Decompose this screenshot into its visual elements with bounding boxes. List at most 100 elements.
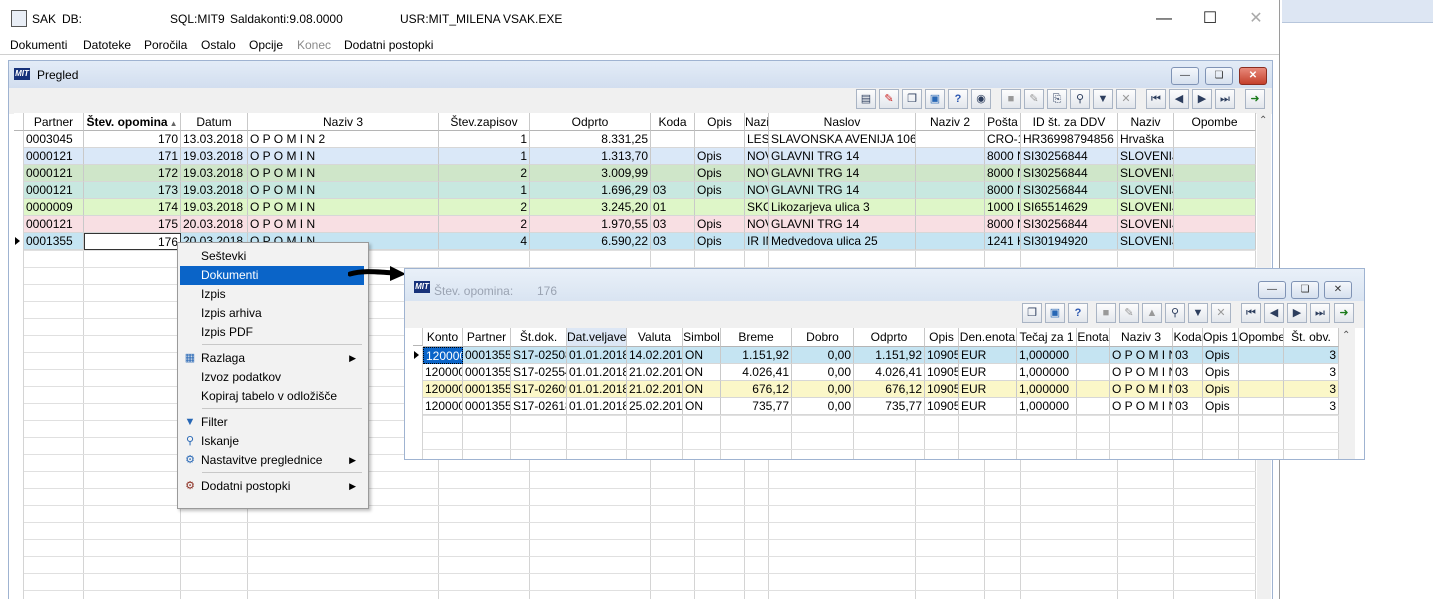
delete-record-icon[interactable]: ▲: [1142, 303, 1162, 323]
menu-dokumenti[interactable]: Dokumenti: [10, 38, 67, 52]
pregled-restore-button[interactable]: ❏: [1205, 67, 1233, 85]
context-menu-item[interactable]: ▼ Filter: [180, 413, 364, 432]
column-header[interactable]: Opis 1: [1203, 328, 1239, 347]
column-header[interactable]: Partner: [24, 113, 84, 131]
context-menu-item[interactable]: ⚙ Nastavitve preglednice ▶: [180, 451, 364, 470]
search-icon[interactable]: ⚲: [1165, 303, 1185, 323]
menu-datoteke[interactable]: Datoteke: [83, 38, 131, 52]
grid-line: [423, 415, 1339, 416]
column-header[interactable]: Št.dok.: [511, 328, 567, 347]
scroll-up-icon[interactable]: ⌃: [1259, 115, 1267, 126]
context-menu-item[interactable]: Izvoz podatkov: [180, 368, 364, 387]
pregled-minimize-button[interactable]: —: [1171, 67, 1199, 85]
new-record-icon[interactable]: ■: [1001, 89, 1021, 109]
column-header[interactable]: Koda: [1173, 328, 1203, 347]
column-header[interactable]: Opombe: [1174, 113, 1256, 131]
context-menu-item[interactable]: ⚙ Dodatni postopki ▶: [180, 477, 364, 496]
clear-filter-icon[interactable]: ✕: [1211, 303, 1231, 323]
copy-icon[interactable]: ❐: [902, 89, 922, 109]
context-menu-item[interactable]: Izpis: [180, 285, 364, 304]
close-button[interactable]: ✕: [1233, 6, 1279, 32]
column-header[interactable]: Opis: [925, 328, 959, 347]
menu-konec[interactable]: Konec: [297, 38, 331, 52]
stev-vscroll[interactable]: ⌃: [1339, 328, 1355, 459]
column-header[interactable]: Partner: [463, 328, 511, 347]
clear-filter-icon[interactable]: ✕: [1116, 89, 1136, 109]
column-header[interactable]: ID št. za DDV: [1021, 113, 1118, 131]
help-icon[interactable]: ?: [1068, 303, 1088, 323]
context-menu-item[interactable]: Seštevki: [180, 247, 364, 266]
exit-icon[interactable]: ➜: [1334, 303, 1354, 323]
stev-close-button[interactable]: ✕: [1324, 281, 1352, 299]
column-header[interactable]: Den.enota: [959, 328, 1017, 347]
column-header[interactable]: Konto: [423, 328, 463, 347]
edit-record-icon[interactable]: ✎: [1119, 303, 1139, 323]
column-header[interactable]: Naziv: [1118, 113, 1174, 131]
stev-grid: Konto Partner Št.dok. Dat.veljave Valuta Simb…: [413, 328, 1339, 459]
context-menu-item[interactable]: Kopiraj tabelo v odložišče: [180, 387, 364, 406]
column-header[interactable]: Naziv 3: [248, 113, 439, 131]
first-record-icon[interactable]: ⏮: [1241, 303, 1261, 323]
filter-icon[interactable]: ▼: [1188, 303, 1208, 323]
column-header[interactable]: Odprto: [530, 113, 651, 131]
column-header[interactable]: Dobro: [792, 328, 854, 347]
new-record-icon[interactable]: ■: [1096, 303, 1116, 323]
maximize-button[interactable]: ☐: [1187, 6, 1233, 32]
context-menu-item[interactable]: ▦ Razlaga ▶: [180, 349, 364, 368]
context-menu-item[interactable]: Izpis PDF: [180, 323, 364, 342]
next-record-icon[interactable]: ▶: [1192, 89, 1212, 109]
monitor-icon[interactable]: ▣: [925, 89, 945, 109]
menu-porocila[interactable]: Poročila: [144, 38, 187, 52]
column-header[interactable]: Dat.veljave: [567, 328, 627, 347]
last-record-icon[interactable]: ⏭: [1215, 89, 1235, 109]
menu-dodatni-postopki[interactable]: Dodatni postopki: [344, 38, 433, 52]
column-header[interactable]: Datum: [181, 113, 248, 131]
column-header[interactable]: Pošta: [985, 113, 1021, 131]
column-header[interactable]: Naziv 3: [1110, 328, 1173, 347]
copy-icon[interactable]: ❐: [1022, 303, 1042, 323]
context-menu-item[interactable]: Izpis arhiva: [180, 304, 364, 323]
print-icon[interactable]: ⎘: [1047, 89, 1067, 109]
pdf-icon[interactable]: ✎: [879, 89, 899, 109]
exit-icon[interactable]: ➜: [1245, 89, 1265, 109]
column-header[interactable]: Štev.zapisov: [439, 113, 530, 131]
current-row-indicator: [414, 351, 419, 359]
minimize-button[interactable]: —: [1141, 6, 1187, 32]
column-header[interactable]: Štev. opomina ▲: [84, 113, 181, 131]
camera-icon[interactable]: ◉: [971, 89, 991, 109]
stev-restore-button[interactable]: ❏: [1291, 281, 1319, 299]
column-header[interactable]: Opis: [695, 113, 745, 131]
prev-record-icon[interactable]: ◀: [1264, 303, 1284, 323]
scroll-up-icon[interactable]: ⌃: [1342, 330, 1350, 341]
column-header[interactable]: Simbol: [683, 328, 721, 347]
menu-ostalo[interactable]: Ostalo: [201, 38, 236, 52]
first-record-icon[interactable]: ⏮: [1146, 89, 1166, 109]
help-icon[interactable]: ?: [948, 89, 968, 109]
prev-record-icon[interactable]: ◀: [1169, 89, 1189, 109]
column-header[interactable]: Breme: [721, 328, 792, 347]
table-cell: [1239, 364, 1284, 381]
document-icon[interactable]: ▤: [856, 89, 876, 109]
monitor-icon[interactable]: ▣: [1045, 303, 1065, 323]
table-cell: 8.331,25: [530, 131, 651, 148]
context-menu-item[interactable]: Dokumenti: [180, 266, 364, 285]
column-header[interactable]: Valuta: [627, 328, 683, 347]
column-header[interactable]: Enota: [1077, 328, 1110, 347]
last-record-icon[interactable]: ⏭: [1310, 303, 1330, 323]
filter-icon[interactable]: ▼: [1093, 89, 1113, 109]
column-header[interactable]: Naziv: [745, 113, 769, 131]
stev-minimize-button[interactable]: —: [1258, 281, 1286, 299]
search-icon[interactable]: ⚲: [1070, 89, 1090, 109]
next-record-icon[interactable]: ▶: [1287, 303, 1307, 323]
column-header[interactable]: Št. obv.: [1284, 328, 1339, 347]
column-header[interactable]: Tečaj za 1: [1017, 328, 1077, 347]
column-header[interactable]: Naziv 2: [916, 113, 985, 131]
context-menu-item[interactable]: ⚲ Iskanje: [180, 432, 364, 451]
edit-record-icon[interactable]: ✎: [1024, 89, 1044, 109]
column-header[interactable]: Odprto: [854, 328, 925, 347]
column-header[interactable]: Naslov: [769, 113, 916, 131]
column-header[interactable]: Opombe: [1239, 328, 1284, 347]
pregled-close-button[interactable]: ✕: [1239, 67, 1267, 85]
menu-opcije[interactable]: Opcije: [249, 38, 283, 52]
column-header[interactable]: Koda: [651, 113, 695, 131]
